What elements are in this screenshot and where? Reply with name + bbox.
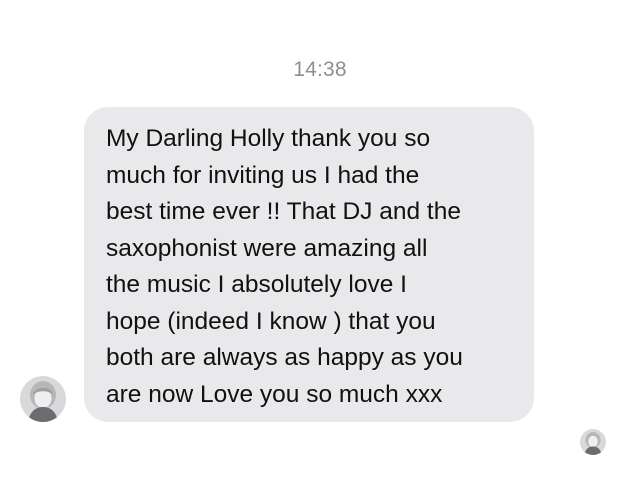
- incoming-message-bubble[interactable]: My Darling Holly thank you so much for i…: [84, 107, 534, 422]
- sender-avatar-icon[interactable]: [20, 376, 66, 422]
- read-receipt-avatar-icon: [580, 429, 606, 455]
- message-row: My Darling Holly thank you so much for i…: [0, 0, 640, 480]
